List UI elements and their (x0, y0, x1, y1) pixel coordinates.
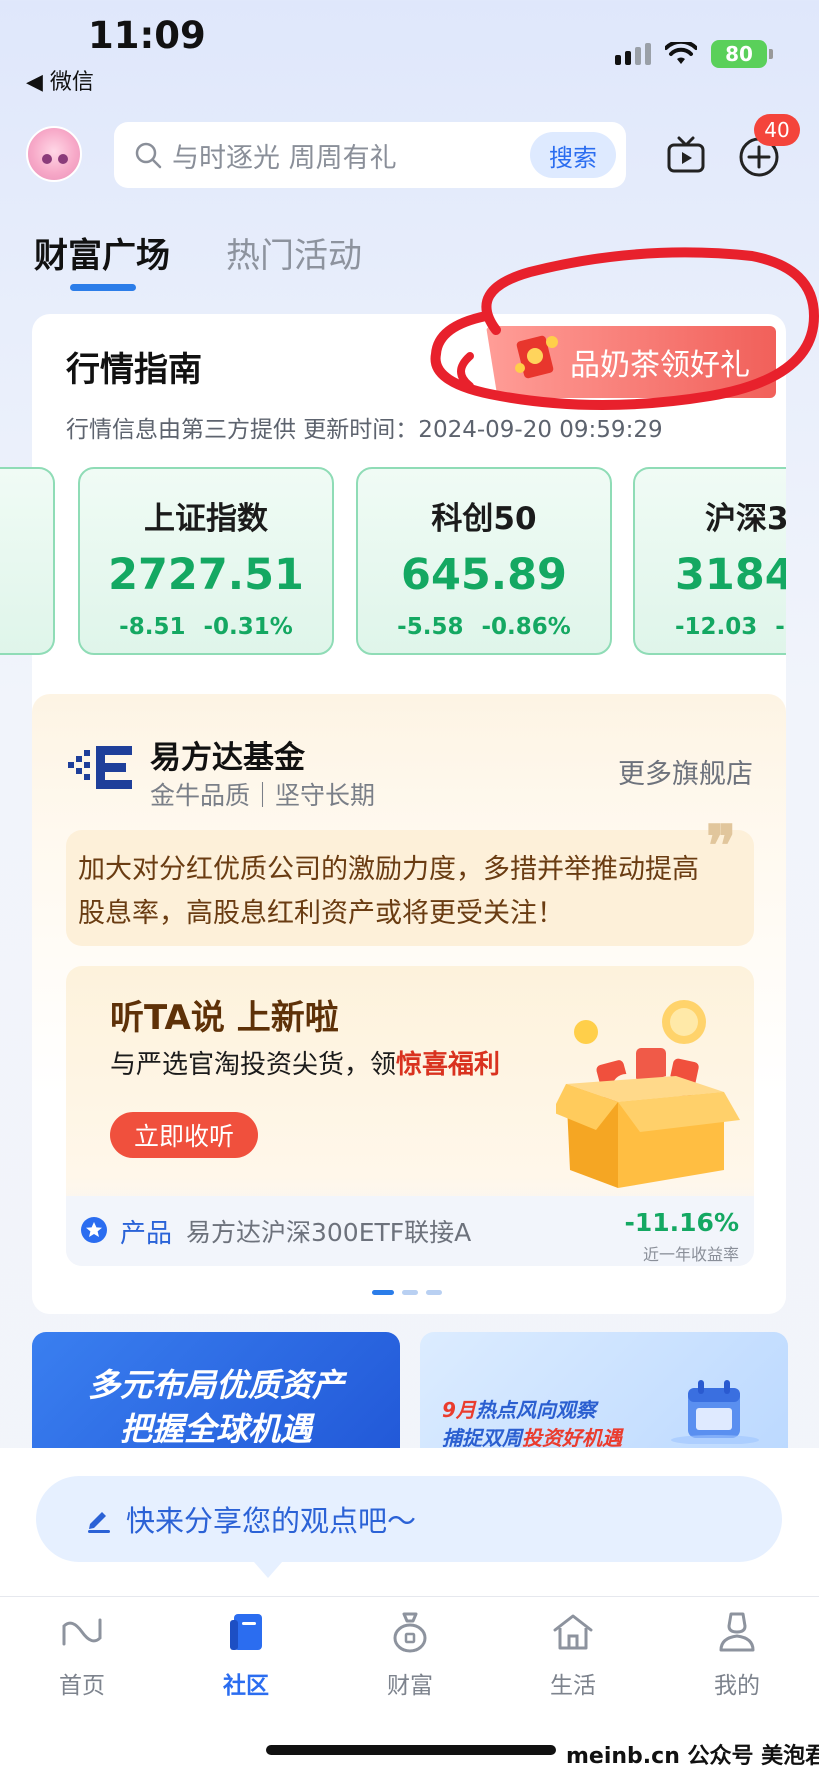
index-value: 2727.51 (108, 550, 304, 600)
quote-line: 股息率，高股息红利资产或将更受关注！ (78, 898, 564, 929)
index-card-csi300[interactable]: 沪深300 3184. -12.03-0 (633, 467, 786, 655)
active-tab-indicator (70, 284, 136, 291)
product-name: 易方达沪深300ETF联接A (186, 1218, 472, 1247)
nav-label: 生活 (550, 1673, 596, 1699)
product-return-label: 近一年收益率 (642, 1245, 739, 1264)
carousel-dot (426, 1290, 442, 1295)
money-bag-icon (393, 1612, 427, 1653)
banner-line: 多元布局优质资产 (87, 1366, 344, 1404)
wifi-icon (665, 42, 697, 64)
fund-quote[interactable]: 加大对分红优质公司的激励力度，多措并举推动提高 股息率，高股息红利资产或将更受关… (66, 830, 754, 946)
quote-mark-icon: ❞ (706, 813, 737, 879)
nav-community[interactable]: 社区 (196, 1610, 296, 1700)
carousel-dot-active (372, 1290, 394, 1295)
house-icon (553, 1614, 593, 1650)
battery-icon: 80 (711, 40, 773, 68)
cellular-signal-icon (615, 43, 651, 65)
promo-label: 品奶茶领好礼 (570, 348, 750, 383)
pen-icon (88, 1512, 110, 1533)
nav-mine[interactable]: 我的 (687, 1610, 787, 1700)
nav-label: 我的 (714, 1673, 760, 1699)
product-return: -11.16% (624, 1208, 739, 1237)
index-card-shanghai[interactable]: 上证指数 2727.51 -8.51 -0.31% (78, 467, 334, 655)
video-tv-icon[interactable] (666, 136, 706, 174)
banner-hot-spots[interactable]: 9月热点风向观察 捕捉双周投资好机遇 (420, 1332, 788, 1450)
share-opinion-input[interactable]: 快来分享您的观点吧～ (36, 1476, 782, 1578)
banner-line: 捕捉双周投资好机遇 (442, 1426, 622, 1450)
index-change: -5.58 -0.86% (397, 614, 571, 640)
index-name: 上证指数 (144, 501, 268, 537)
index-card-star50[interactable]: 科创50 645.89 -5.58 -0.86% (356, 467, 612, 655)
search-input[interactable]: 与时逐光 周周有礼 搜索 (114, 122, 626, 188)
index-value: 645.89 (401, 550, 567, 600)
share-prompt: 快来分享您的观点吧～ (126, 1504, 417, 1538)
calendar-icon (671, 1380, 759, 1444)
status-time: 11:09 (88, 14, 206, 57)
fund-name: 易方达基金 (150, 740, 305, 776)
market-guide-title: 行情指南 (66, 350, 202, 390)
search-icon (135, 142, 162, 169)
fund-slogan: 金牛品质｜坚守长期 (150, 781, 376, 810)
product-star-icon (81, 1217, 107, 1243)
tab-wealth-plaza[interactable]: 财富广场 (34, 228, 170, 277)
nav-divider (0, 1596, 819, 1597)
index-change: -12.03-0 (675, 614, 786, 640)
search-button[interactable]: 搜索 (530, 132, 616, 178)
search-placeholder: 与时逐光 周周有礼 (172, 142, 397, 174)
nav-label: 社区 (223, 1673, 269, 1699)
notification-badge: 40 (754, 114, 800, 146)
index-name: 沪深300 (705, 501, 786, 537)
red-envelope-icon (515, 335, 558, 379)
battery-level: 80 (725, 42, 753, 66)
community-book-icon (230, 1614, 262, 1650)
product-label: 产品 (120, 1219, 173, 1249)
gift-box-icon (556, 1000, 740, 1188)
watermark: meinb.cn 公众号 美泡君 (566, 1744, 819, 1769)
tab-hot-activities[interactable]: 热门活动 (226, 228, 362, 277)
home-indicator[interactable] (266, 1745, 556, 1755)
efund-logo-icon (68, 746, 132, 789)
person-icon (719, 1612, 755, 1652)
index-card-partial[interactable] (0, 467, 55, 655)
avatar[interactable] (26, 126, 82, 182)
index-value: 3184. (675, 550, 786, 600)
banner-line: 把握全球机遇 (119, 1410, 312, 1448)
nav-life[interactable]: 生活 (523, 1610, 623, 1700)
banner-global-assets[interactable]: 多元布局优质资产 把握全球机遇 (32, 1332, 400, 1450)
status-indicators: 80 (615, 40, 773, 68)
nav-label: 首页 (59, 1673, 105, 1699)
nav-wealth[interactable]: 财富 (360, 1610, 460, 1700)
quote-line: 加大对分红优质公司的激励力度，多措并举推动提高 (78, 854, 699, 885)
listen-subtitle: 与严选官淘投资尖货，领惊喜福利 (110, 1050, 501, 1080)
nav-label: 财富 (387, 1673, 433, 1699)
listen-now-button[interactable]: 立即收听 (110, 1112, 258, 1158)
more-flagship-link[interactable]: 更多旗舰店 (618, 752, 753, 791)
market-info-text: 行情信息由第三方提供 更新时间：2024-09-20 09:59:29 (66, 417, 663, 443)
banner-line: 9月热点风向观察 (442, 1398, 596, 1422)
index-name: 科创50 (431, 501, 537, 537)
listen-title: 听TA说 上新啦 (110, 998, 339, 1038)
carousel-dot (402, 1290, 418, 1295)
index-change: -8.51 -0.31% (119, 614, 293, 640)
nav-home[interactable]: 首页 (32, 1610, 132, 1700)
home-wave-icon (62, 1618, 102, 1646)
back-to-wechat[interactable]: ◀ 微信 (26, 64, 94, 96)
